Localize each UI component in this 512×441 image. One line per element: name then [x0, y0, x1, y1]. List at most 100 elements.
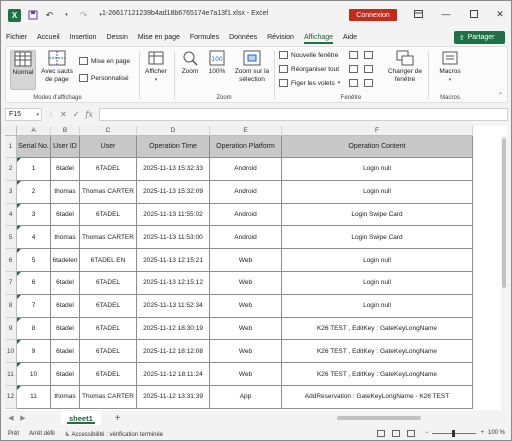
- number-as-text-indicator-icon[interactable]: [17, 226, 21, 231]
- row-header[interactable]: 1: [5, 136, 17, 158]
- table-cell[interactable]: Login null: [282, 158, 473, 181]
- table-cell[interactable]: 2025-11-13 12:15:21: [137, 249, 210, 272]
- table-cell[interactable]: Android: [210, 158, 282, 181]
- split-icon[interactable]: [349, 51, 358, 59]
- row-header[interactable]: 12: [5, 386, 17, 409]
- table-cell[interactable]: AddReservation : GateKeyLongName - K26 T…: [282, 386, 473, 409]
- horizontal-scroll-thumb[interactable]: [337, 416, 421, 420]
- minimize-icon[interactable]: —: [439, 7, 453, 21]
- row-header[interactable]: 8: [5, 294, 17, 318]
- table-cell[interactable]: 2025-11-13 12:15:12: [137, 272, 210, 295]
- table-cell[interactable]: Android: [210, 180, 282, 204]
- table-cell[interactable]: 2025-11-12 18:12:08: [137, 340, 210, 364]
- table-cell[interactable]: 6tadel: [51, 203, 80, 227]
- freeze-panes-button[interactable]: Figer les volets ▾: [279, 79, 340, 87]
- number-as-text-indicator-icon[interactable]: [17, 249, 21, 254]
- select-all-corner[interactable]: [5, 126, 17, 136]
- header-cell[interactable]: Operation Content: [282, 136, 473, 158]
- table-cell[interactable]: 6tadel: [51, 294, 80, 318]
- table-cell[interactable]: 6tadel: [51, 158, 80, 181]
- table-cell[interactable]: Web: [210, 249, 282, 272]
- new-window-button[interactable]: Nouvelle fenêtre: [279, 51, 338, 59]
- close-icon[interactable]: ✕: [493, 7, 507, 21]
- ribbon-display-icon[interactable]: [411, 7, 425, 21]
- table-cell[interactable]: 2025-11-13 11:55:02: [137, 203, 210, 227]
- hide-window-icon[interactable]: [349, 65, 358, 73]
- table-cell[interactable]: Thomas CARTER: [80, 180, 137, 204]
- switch-window-button[interactable]: Changer de fenêtre: [386, 50, 424, 84]
- zoom-slider-knob[interactable]: [452, 429, 456, 437]
- page-break-view-button[interactable]: Avec sauts de page: [39, 50, 75, 84]
- table-cell[interactable]: Web: [210, 272, 282, 295]
- macros-button[interactable]: Macros ▾: [436, 50, 464, 84]
- show-button[interactable]: Afficher ▾: [143, 50, 169, 84]
- table-cell[interactable]: 2025-11-12 13:31:39: [137, 386, 210, 409]
- number-as-text-indicator-icon[interactable]: [17, 386, 21, 390]
- header-cell[interactable]: User ID: [51, 136, 80, 158]
- save-icon[interactable]: [27, 10, 38, 21]
- row-header[interactable]: 6: [5, 249, 17, 272]
- table-cell[interactable]: 7: [17, 294, 51, 318]
- horizontal-scrollbar[interactable]: [231, 415, 505, 421]
- more-icon[interactable]: ⋮: [48, 111, 54, 118]
- column-header-c[interactable]: C: [80, 126, 137, 136]
- column-header-e[interactable]: E: [210, 126, 282, 136]
- table-cell[interactable]: 6tadel: [51, 272, 80, 295]
- header-cell[interactable]: Operation Time: [137, 136, 210, 158]
- table-cell[interactable]: thomas: [51, 180, 80, 204]
- table-cell[interactable]: 6TADEL: [80, 363, 137, 386]
- enter-icon[interactable]: ✓: [73, 110, 80, 119]
- fx-icon[interactable]: fx: [85, 110, 92, 119]
- table-cell[interactable]: 6tadel: [51, 340, 80, 364]
- table-cell[interactable]: Web: [210, 363, 282, 386]
- zoom-100-button[interactable]: 100 100%: [205, 50, 229, 76]
- share-button[interactable]: ⇪ Partager ▾: [453, 31, 505, 44]
- table-cell[interactable]: Web: [210, 317, 282, 341]
- custom-views-button[interactable]: Personnalisé: [79, 74, 129, 82]
- table-cell[interactable]: 6tadelen: [51, 249, 80, 272]
- table-cell[interactable]: 6TADEL: [80, 317, 137, 341]
- normal-view-icon[interactable]: [377, 430, 385, 437]
- table-cell[interactable]: Login Swipe Card: [282, 203, 473, 227]
- header-cell[interactable]: Operation Platform: [210, 136, 282, 158]
- table-cell[interactable]: Login null: [282, 294, 473, 318]
- table-cell[interactable]: 6TADEL EN: [80, 249, 137, 272]
- redo-icon[interactable]: ↷: [78, 10, 89, 21]
- table-cell[interactable]: 2025-11-12 18:30:19: [137, 317, 210, 341]
- table-cell[interactable]: 6TADEL: [80, 158, 137, 181]
- table-cell[interactable]: thomas: [51, 226, 80, 250]
- column-header-a[interactable]: A: [17, 126, 51, 136]
- table-cell[interactable]: Login null: [282, 272, 473, 295]
- table-cell[interactable]: 6TADEL: [80, 294, 137, 318]
- table-cell[interactable]: 4: [17, 226, 51, 250]
- sheet-tab[interactable]: sheet1: [61, 411, 101, 425]
- table-cell[interactable]: Web: [210, 294, 282, 318]
- table-cell[interactable]: thomas: [51, 386, 80, 409]
- signin-button[interactable]: Connexion: [349, 9, 397, 21]
- number-as-text-indicator-icon[interactable]: [17, 158, 21, 162]
- row-header[interactable]: 3: [5, 180, 17, 204]
- number-as-text-indicator-icon[interactable]: [17, 340, 21, 345]
- undo-dropdown-icon[interactable]: ▾: [61, 10, 72, 21]
- chevron-down-icon[interactable]: ▾: [36, 112, 39, 118]
- accessibility-status[interactable]: ♿ Accessibilité : vérification terminée: [65, 431, 163, 438]
- arrange-all-button[interactable]: Réorganiser tout: [279, 65, 339, 73]
- maximize-icon[interactable]: [467, 7, 481, 21]
- table-cell[interactable]: Thomas CARTER: [80, 386, 137, 409]
- table-cell[interactable]: Thomas CARTER: [80, 226, 137, 250]
- add-sheet-icon[interactable]: +: [115, 413, 121, 424]
- table-cell[interactable]: App: [210, 386, 282, 409]
- number-as-text-indicator-icon[interactable]: [17, 180, 21, 185]
- tab-dessin[interactable]: Dessin: [101, 29, 132, 45]
- table-cell[interactable]: 6tadel: [51, 317, 80, 341]
- reset-position-icon[interactable]: [364, 79, 373, 87]
- table-cell[interactable]: Web: [210, 340, 282, 364]
- table-cell[interactable]: 2025-11-13 11:52:34: [137, 294, 210, 318]
- table-cell[interactable]: 2025-11-12 18:11:24: [137, 363, 210, 386]
- row-header[interactable]: 2: [5, 158, 17, 181]
- table-cell[interactable]: Login Swipe Card: [282, 226, 473, 250]
- table-cell[interactable]: 10: [17, 363, 51, 386]
- sync-scroll-icon[interactable]: [364, 65, 373, 73]
- row-header[interactable]: 7: [5, 272, 17, 295]
- number-as-text-indicator-icon[interactable]: [17, 203, 21, 208]
